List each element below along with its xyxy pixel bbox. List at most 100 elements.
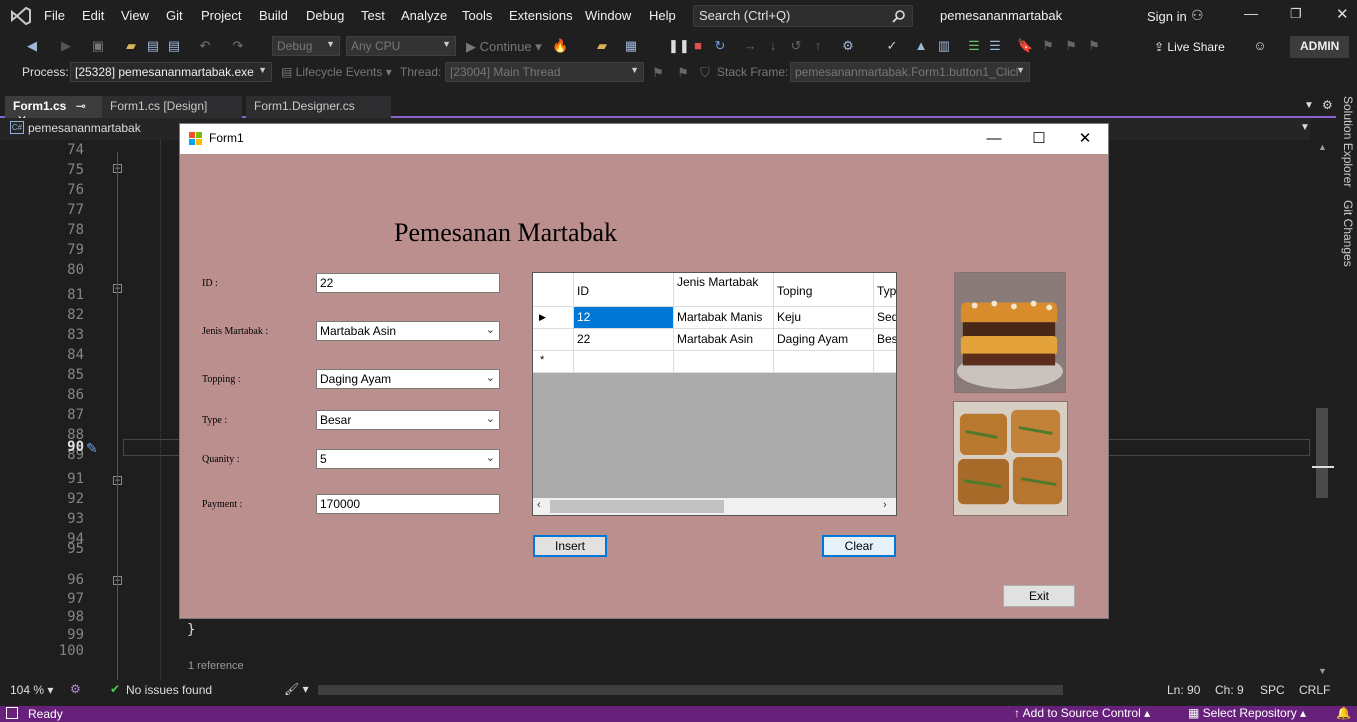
grid-header-type[interactable]: Typ [874,273,896,307]
sign-in-link[interactable]: Sign in [1147,9,1187,24]
notifications-icon[interactable]: 🔔 [1336,706,1351,720]
table-cell[interactable] [574,351,674,373]
clear-button[interactable]: Clear [822,535,896,557]
chevron-down-icon[interactable]: ⌄ [486,371,495,384]
scroll-up-icon[interactable]: ▲ [1318,142,1327,152]
indent-icon[interactable]: ☰ [966,38,982,54]
nav-dropdown-icon[interactable]: ▼ [1300,122,1310,133]
lifecycle-events-button[interactable]: ▤ Lifecycle Events ▾ [281,65,392,79]
diagnostics-icon[interactable]: ⚙ [840,38,856,54]
project-selector[interactable]: pemesananmartabak [28,121,141,135]
issues-status[interactable]: No issues found [126,683,212,697]
tab-solution-explorer[interactable]: Solution Explorer [1341,96,1355,187]
stop-icon[interactable]: ■ [690,38,706,54]
outdent-icon[interactable]: ☰ [987,38,1003,54]
back-icon[interactable]: ◀ [24,38,40,54]
menu-git[interactable]: Git [166,8,183,23]
menu-view[interactable]: View [121,8,149,23]
scroll-left-icon[interactable]: ‹ [537,499,541,511]
table-cell[interactable]: Daging Ayam [774,329,874,351]
table-cell[interactable] [874,351,896,373]
pause-icon[interactable]: ❚❚ [668,38,690,54]
close-icon[interactable]: ✕ [1336,5,1349,23]
save-icon[interactable]: ▤ [145,38,161,54]
stack-frame-select[interactable]: pemesananmartabak.Form1.button1_Clicl ▼ [790,62,1030,82]
layout-icon[interactable]: ▦ [623,38,639,54]
form-close-icon[interactable]: ✕ [1063,127,1107,151]
minimize-icon[interactable]: — [1244,5,1258,21]
filter-icon[interactable]: ⛉ [697,65,713,81]
type-select[interactable]: Besar ⌄ [316,410,500,430]
menu-window[interactable]: Window [585,8,631,23]
step-into-icon[interactable]: ↓ [765,38,781,54]
cleanup-icon[interactable]: 🖌 ▾ [284,682,309,696]
bookmark-next-icon[interactable]: ⚑ [1063,38,1079,54]
search-input[interactable]: Search (Ctrl+Q) [693,5,913,27]
grid-header-jenis[interactable]: Jenis Martabak [674,273,774,307]
grid-header-id[interactable]: ID [574,273,674,307]
orders-grid[interactable]: ID Jenis Martabak Toping Typ ▶ 12 Martab… [532,272,897,516]
output-icon[interactable] [6,707,18,719]
select-repository-button[interactable]: ▦ Select Repository ▴ [1188,706,1306,720]
intellicode-icon[interactable]: ⚙ [70,682,81,696]
exit-button[interactable]: Exit [1003,585,1075,607]
spaces-indicator[interactable]: SPC [1260,683,1285,697]
table-cell[interactable]: Bes [874,329,896,351]
table-cell[interactable]: Sed [874,307,896,329]
menu-extensions[interactable]: Extensions [509,8,573,23]
feedback-icon[interactable]: ☺ [1252,38,1268,54]
editor-vertical-scrollbar[interactable]: ▲ ▼ [1312,140,1334,680]
menu-test[interactable]: Test [361,8,385,23]
menu-debug[interactable]: Debug [306,8,344,23]
row-selector[interactable] [533,329,574,351]
add-source-control-button[interactable]: ↑ Add to Source Control ▴ [1014,706,1150,720]
settings-icon[interactable]: ⚙ [1322,98,1333,112]
tab-overflow-icon[interactable]: ▼ [1304,100,1314,111]
line-ending-indicator[interactable]: CRLF [1299,683,1330,697]
undo-icon[interactable]: ↶ [197,38,213,54]
open-folder-icon[interactable]: ▰ [123,38,139,54]
scroll-down-icon[interactable]: ▼ [1318,666,1327,676]
forward-icon[interactable]: ▶ [58,38,74,54]
jenis-martabak-select[interactable]: Martabak Asin ⌄ [316,321,500,341]
id-input[interactable]: 22 [316,273,500,293]
restore-icon[interactable]: ❐ [1290,6,1302,22]
table-cell[interactable] [674,351,774,373]
restart-icon[interactable]: ↻ [712,38,728,54]
quantity-select[interactable]: 5 ⌄ [316,449,500,469]
form-minimize-icon[interactable]: — [972,127,1016,151]
form-maximize-icon[interactable]: ☐ [1017,127,1061,151]
form1-titlebar[interactable]: Form1 — ☐ ✕ [180,124,1108,154]
menu-edit[interactable]: Edit [82,8,104,23]
step-over-icon[interactable]: → [742,38,758,54]
menu-project[interactable]: Project [201,8,241,23]
continue-button[interactable]: ▶ Continue ▾ [466,39,542,55]
insert-button[interactable]: Insert [533,535,607,557]
tab-git-changes[interactable]: Git Changes [1341,200,1355,267]
table-cell[interactable]: Martabak Manis [674,307,774,329]
flag-threads-icon[interactable]: ⚑ [675,65,691,81]
table-cell[interactable]: Martabak Asin [674,329,774,351]
menu-file[interactable]: File [44,8,65,23]
scroll-right-icon[interactable]: › [883,499,887,511]
menu-tools[interactable]: Tools [462,8,492,23]
chevron-down-icon[interactable]: ⌄ [486,451,495,464]
step-back-icon[interactable]: ↺ [788,38,804,54]
thread-select[interactable]: [23004] Main Thread ▼ [445,62,644,82]
table-cell[interactable]: 22 [574,329,674,351]
menu-build[interactable]: Build [259,8,288,23]
new-row-marker[interactable]: * [533,351,574,373]
chevron-down-icon[interactable]: ⌄ [486,412,495,425]
step-out-icon[interactable]: ↑ [810,38,826,54]
grid-horizontal-scrollbar[interactable]: ‹ › [533,498,896,515]
table-cell[interactable] [774,351,874,373]
redo-icon[interactable]: ↷ [230,38,246,54]
configuration-select[interactable]: Debug ▼ [272,36,340,56]
tab-form1-design[interactable]: Form1.cs [Design] [102,96,242,118]
scroll-thumb[interactable] [1316,408,1328,498]
bookmark-clear-icon[interactable]: ⚑ [1086,38,1102,54]
map-icon[interactable]: ▥ [936,38,952,54]
browse-icon[interactable]: ▰ [594,38,610,54]
tab-form1-cs[interactable]: Form1.cs ⊸ ✕ [5,96,102,127]
topping-select[interactable]: Daging Ayam ⌄ [316,369,500,389]
